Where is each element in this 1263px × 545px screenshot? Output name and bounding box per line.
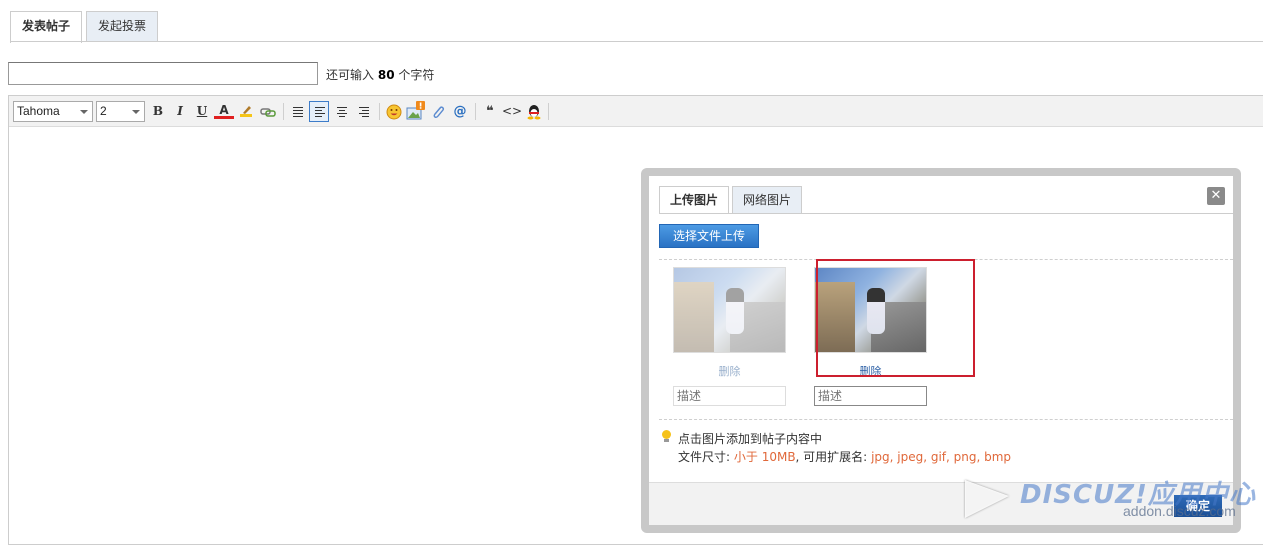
qq-button[interactable] xyxy=(524,101,544,122)
chevron-down-icon xyxy=(132,110,140,114)
dialog-tabs-divider xyxy=(659,213,1233,214)
font-size-select[interactable]: 2 xyxy=(96,101,145,122)
toolbar-divider xyxy=(283,103,284,120)
subject-char-hint: 还可输入 80 个字符 xyxy=(326,66,434,83)
extension-label: , 可用扩展名: xyxy=(795,450,868,464)
size-value: 小于 10MB xyxy=(733,450,796,464)
image-upload-dialog: 上传图片 网络图片 ✕ 选择文件上传 删除 删除 点击图片添加到帖子内容中 文件… xyxy=(641,168,1241,533)
dialog-divider xyxy=(659,419,1233,420)
image-icon xyxy=(406,101,425,120)
editor-toolbar: Tahoma 2 B I U A @ ❝ <> xyxy=(9,96,1263,127)
quote-button[interactable]: ❝ xyxy=(480,101,500,122)
insert-link-button[interactable] xyxy=(258,101,278,122)
insert-image-button[interactable] xyxy=(406,101,426,122)
subject-input[interactable] xyxy=(8,62,318,85)
italic-button[interactable]: I xyxy=(170,101,190,122)
extension-value: jpg, jpeg, gif, png, bmp xyxy=(871,450,1012,464)
at-icon: @ xyxy=(453,104,467,119)
tab-upload-image[interactable]: 上传图片 xyxy=(659,186,730,214)
font-family-value: Tahoma xyxy=(17,104,60,118)
hint-prefix: 还可输入 xyxy=(326,68,375,82)
background-color-button[interactable] xyxy=(236,101,256,122)
align-justify-icon xyxy=(315,107,325,119)
close-icon[interactable]: ✕ xyxy=(1207,187,1225,205)
smiley-icon xyxy=(386,104,402,120)
align-left-icon xyxy=(293,107,303,119)
align-center-button[interactable] xyxy=(332,101,352,122)
size-label: 文件尺寸: xyxy=(678,450,731,464)
align-justify-button[interactable] xyxy=(309,101,329,122)
toolbar-divider xyxy=(475,103,476,120)
dialog-body: 上传图片 网络图片 ✕ 选择文件上传 删除 删除 点击图片添加到帖子内容中 文件… xyxy=(649,176,1233,525)
paperclip-icon xyxy=(433,106,445,119)
tab-new-poll[interactable]: 发起投票 xyxy=(86,11,159,42)
tabs-divider xyxy=(10,41,1263,42)
selection-highlight-box xyxy=(816,259,975,377)
mention-button[interactable]: @ xyxy=(450,101,470,122)
chevron-down-icon xyxy=(80,110,88,114)
hint-count: 80 xyxy=(377,68,395,82)
align-right-icon xyxy=(359,107,369,119)
dialog-tabs: 上传图片 网络图片 xyxy=(659,186,805,214)
align-center-icon xyxy=(337,107,347,119)
link-icon xyxy=(260,108,276,117)
hint-suffix: 个字符 xyxy=(398,68,435,82)
lightbulb-icon xyxy=(661,430,672,443)
select-file-upload-button[interactable]: 选择文件上传 xyxy=(659,224,759,248)
file-size-tip: 文件尺寸: 小于 10MB, 可用扩展名: jpg, jpeg, gif, pn… xyxy=(678,448,1011,465)
dialog-footer: 确定 xyxy=(649,482,1233,525)
click-image-tip: 点击图片添加到帖子内容中 xyxy=(678,432,823,446)
image-description-input[interactable] xyxy=(814,386,927,406)
toolbar-divider xyxy=(379,103,380,120)
highlighter-icon xyxy=(240,106,252,117)
tab-new-post[interactable]: 发表帖子 xyxy=(10,11,83,43)
toolbar-divider xyxy=(548,103,549,120)
qq-penguin-icon xyxy=(527,105,541,120)
align-left-button[interactable] xyxy=(288,101,308,122)
delete-image-link[interactable]: 删除 xyxy=(673,363,786,379)
font-size-value: 2 xyxy=(100,104,107,118)
image-description-input[interactable] xyxy=(673,386,786,406)
emoticon-button[interactable] xyxy=(384,101,404,122)
uploaded-image-thumbnail[interactable] xyxy=(673,267,786,353)
font-family-select[interactable]: Tahoma xyxy=(13,101,93,122)
attachment-button[interactable] xyxy=(428,101,448,122)
font-color-button[interactable]: A xyxy=(214,101,234,119)
align-right-button[interactable] xyxy=(354,101,374,122)
underline-button[interactable]: U xyxy=(192,101,212,122)
tab-web-image[interactable]: 网络图片 xyxy=(732,186,803,213)
confirm-button[interactable]: 确定 xyxy=(1174,495,1222,517)
post-type-tabs: 发表帖子 发起投票 xyxy=(10,11,162,43)
image-preview xyxy=(674,268,785,352)
code-button[interactable]: <> xyxy=(502,101,522,122)
bold-button[interactable]: B xyxy=(148,101,168,122)
